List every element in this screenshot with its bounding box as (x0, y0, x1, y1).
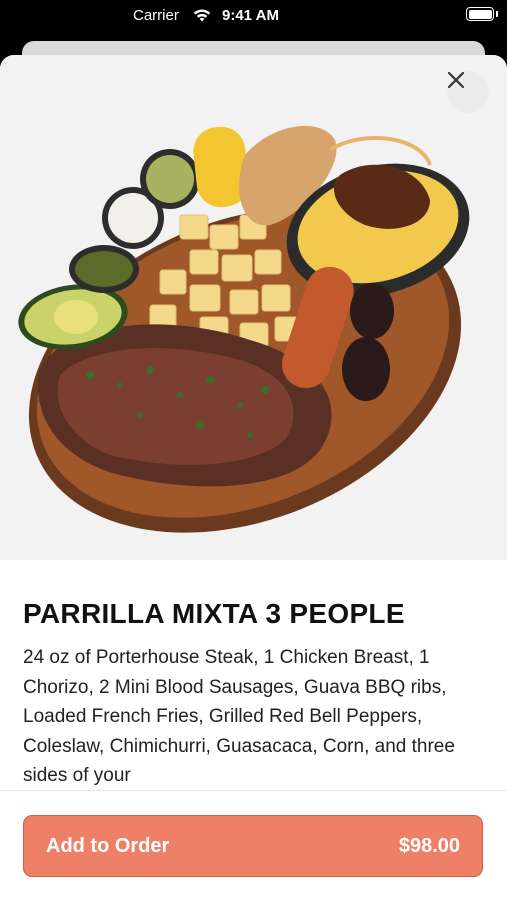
wifi-icon (193, 9, 211, 22)
close-icon (447, 71, 465, 89)
item-title: PARRILLA MIXTA 3 PEOPLE (23, 598, 405, 629)
battery-cap (496, 11, 498, 17)
clock: 9:41 AM (222, 7, 279, 24)
add-to-order-button[interactable]: Add to Order $98.00 (23, 815, 483, 877)
carrier-label: Carrier (133, 7, 179, 24)
item-description: 24 oz of Porterhouse Steak, 1 Chicken Br… (23, 647, 455, 786)
battery-icon (466, 7, 494, 21)
item-price: $98.00 (398, 834, 460, 857)
close-button[interactable] (447, 71, 489, 113)
status-bar: Carrier 9:41 AM (0, 0, 507, 32)
order-footer: Add to Order $98.00 (0, 790, 507, 900)
platter-photo-icon (18, 125, 470, 533)
add-to-order-label: Add to Order (46, 834, 170, 857)
item-photo (0, 55, 507, 560)
item-detail-modal: PARRILLA MIXTA 3 PEOPLE 24 oz of Porterh… (0, 55, 507, 900)
